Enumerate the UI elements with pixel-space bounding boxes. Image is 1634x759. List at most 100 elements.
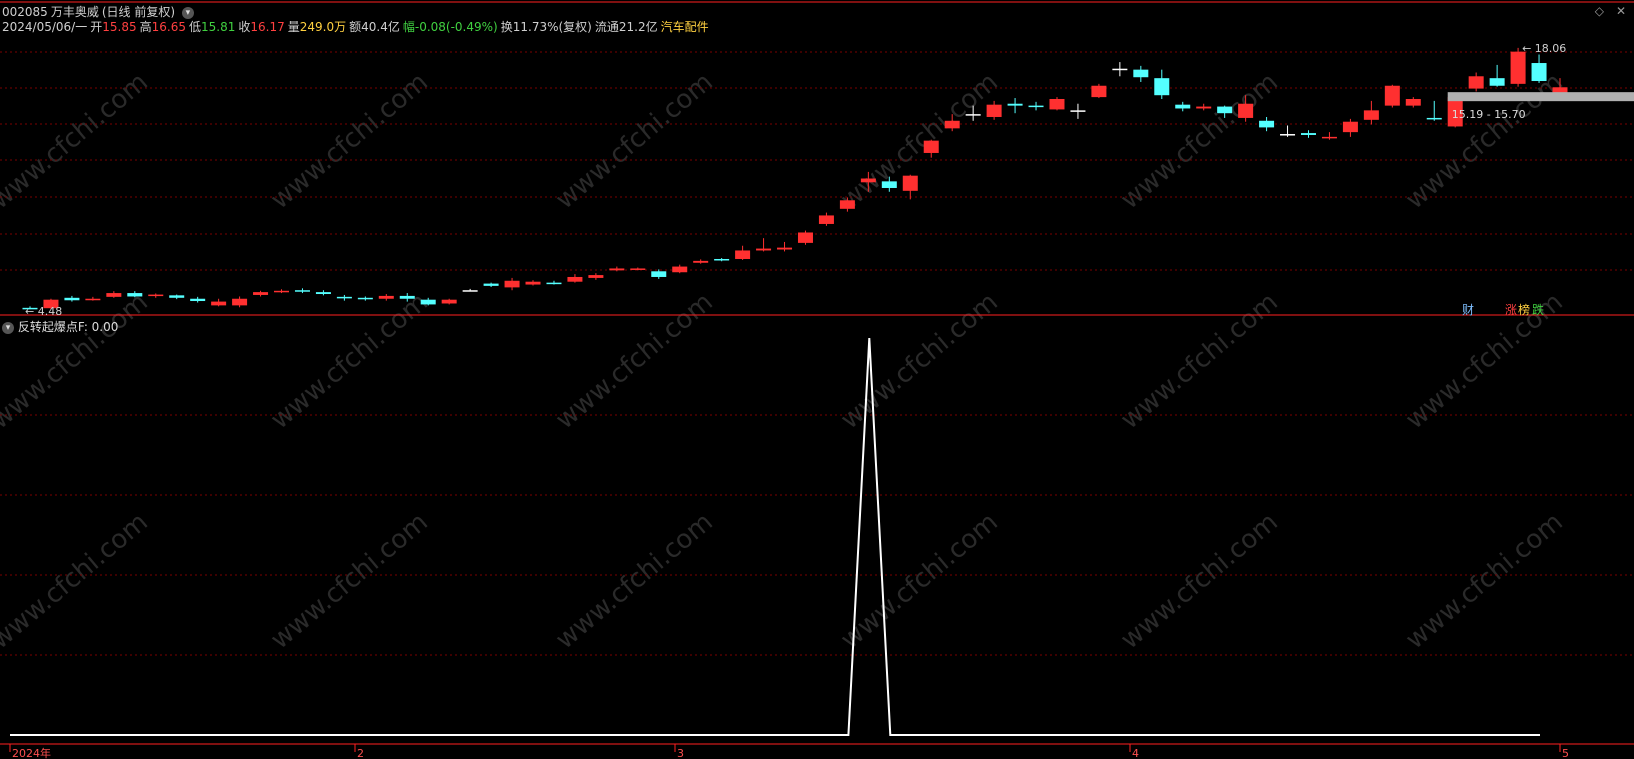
watermark-text: www.cfchi.com bbox=[1400, 507, 1569, 655]
candle bbox=[986, 100, 1002, 120]
indicator-gridlines bbox=[0, 414, 1634, 656]
candle bbox=[902, 174, 918, 200]
candle bbox=[336, 294, 352, 301]
amount-label: 额 bbox=[349, 20, 362, 34]
candle-body bbox=[1175, 104, 1191, 109]
candle-body bbox=[714, 258, 730, 261]
candle bbox=[777, 241, 793, 252]
candle bbox=[1363, 100, 1379, 125]
candle-body bbox=[399, 295, 415, 299]
candle bbox=[357, 296, 373, 301]
stock-name: 万丰奥威 bbox=[50, 5, 99, 19]
candle-body bbox=[190, 298, 206, 302]
price-range-label: 15.19 - 15.70 bbox=[1452, 108, 1526, 121]
candle bbox=[211, 298, 227, 307]
candle-body bbox=[1342, 121, 1358, 133]
candle bbox=[588, 273, 604, 280]
candle-body bbox=[567, 276, 583, 282]
candle-body bbox=[1091, 85, 1107, 98]
close-icon[interactable]: ✕ bbox=[1616, 4, 1626, 18]
candle bbox=[169, 294, 185, 300]
sector-link[interactable]: 汽车配件 bbox=[661, 20, 709, 34]
candle-body bbox=[1405, 99, 1421, 106]
candle-body bbox=[1321, 136, 1337, 139]
candle bbox=[672, 264, 688, 274]
chevron-down-icon[interactable]: ▾ bbox=[181, 6, 194, 19]
candle bbox=[735, 245, 751, 260]
close-label: 收 bbox=[238, 20, 251, 34]
finance-badge[interactable]: 财 bbox=[1462, 301, 1474, 318]
candle bbox=[232, 296, 248, 308]
volume-value: 249.0万 bbox=[299, 20, 347, 34]
watermark-text: www.cfchi.com bbox=[835, 287, 1004, 435]
x-tick-label: 3 bbox=[677, 747, 684, 759]
candle bbox=[1049, 97, 1065, 111]
candle bbox=[714, 258, 730, 262]
candle-body bbox=[902, 175, 918, 191]
candle bbox=[818, 212, 834, 226]
candle-body bbox=[881, 181, 897, 188]
watermark-text: www.cfchi.com bbox=[0, 67, 154, 215]
ranking-badge[interactable]: 榜 bbox=[1518, 301, 1530, 318]
watermark-text: www.cfchi.com bbox=[1400, 67, 1569, 215]
candle bbox=[1091, 83, 1107, 99]
candle bbox=[1426, 100, 1442, 121]
candle-body bbox=[232, 298, 248, 306]
candle bbox=[756, 238, 772, 252]
candle-body bbox=[923, 140, 939, 153]
candle-body bbox=[274, 290, 290, 293]
candle-body bbox=[588, 275, 604, 278]
candle bbox=[630, 267, 646, 271]
low-price-marker: ← 4.48 bbox=[25, 305, 62, 318]
candle-body bbox=[1217, 106, 1233, 114]
candle bbox=[504, 277, 520, 291]
candle bbox=[1300, 130, 1316, 138]
candle-body bbox=[1049, 99, 1065, 110]
candle bbox=[1342, 118, 1358, 137]
candle bbox=[1531, 54, 1547, 83]
high-price-marker: ← 18.06 bbox=[1522, 42, 1566, 55]
candle-body bbox=[1112, 68, 1128, 71]
candle-body bbox=[630, 268, 646, 270]
candle-body bbox=[1300, 133, 1316, 135]
candle-body bbox=[64, 297, 80, 301]
high-value: 16.65 bbox=[151, 20, 186, 34]
watermark-layer: www.cfchi.com www.cfchi.com www.cfchi.com w… bbox=[0, 67, 1569, 655]
candle bbox=[64, 295, 80, 302]
candle bbox=[1321, 132, 1337, 140]
candle-body bbox=[462, 290, 478, 292]
candle-body bbox=[986, 104, 1002, 117]
chevron-down-icon[interactable]: ▾ bbox=[2, 321, 14, 334]
candle bbox=[651, 269, 667, 279]
candle bbox=[1405, 97, 1421, 108]
candle bbox=[1175, 101, 1191, 112]
rise-badge[interactable]: 涨 bbox=[1505, 301, 1517, 318]
fall-badge[interactable]: 跌 bbox=[1532, 301, 1544, 318]
candle-body bbox=[1531, 63, 1547, 82]
candle bbox=[378, 294, 394, 301]
candle-body bbox=[211, 301, 227, 306]
candle-body bbox=[777, 247, 793, 250]
watermark-text: www.cfchi.com bbox=[1115, 67, 1284, 215]
watermark-text: www.cfchi.com bbox=[265, 67, 434, 215]
stock-code: 002085 bbox=[2, 5, 48, 19]
quote-row: 2024/05/06/一 开15.85 高16.65 低15.81 收16.17 量249… bbox=[2, 18, 712, 35]
watermark-text: www.cfchi.com bbox=[1115, 287, 1284, 435]
candle bbox=[567, 274, 583, 283]
watermark-text: www.cfchi.com bbox=[550, 287, 719, 435]
candle-body bbox=[148, 294, 164, 297]
watermark-text: www.cfchi.com bbox=[265, 287, 434, 435]
float-cap-value: 流通21.2亿 bbox=[594, 20, 658, 34]
main-gridlines bbox=[0, 51, 1634, 271]
candle bbox=[1028, 101, 1044, 111]
watermark-text: www.cfchi.com bbox=[835, 67, 1004, 215]
diamond-icon[interactable]: ◇ bbox=[1595, 4, 1604, 18]
candle-body bbox=[1007, 103, 1023, 106]
candle-body bbox=[315, 292, 331, 295]
candle-body bbox=[1468, 76, 1484, 89]
candle bbox=[441, 298, 457, 305]
watermark-text: www.cfchi.com bbox=[1115, 507, 1284, 655]
candle-body bbox=[1489, 78, 1505, 86]
candle-body bbox=[651, 271, 667, 277]
candle bbox=[1259, 116, 1275, 132]
